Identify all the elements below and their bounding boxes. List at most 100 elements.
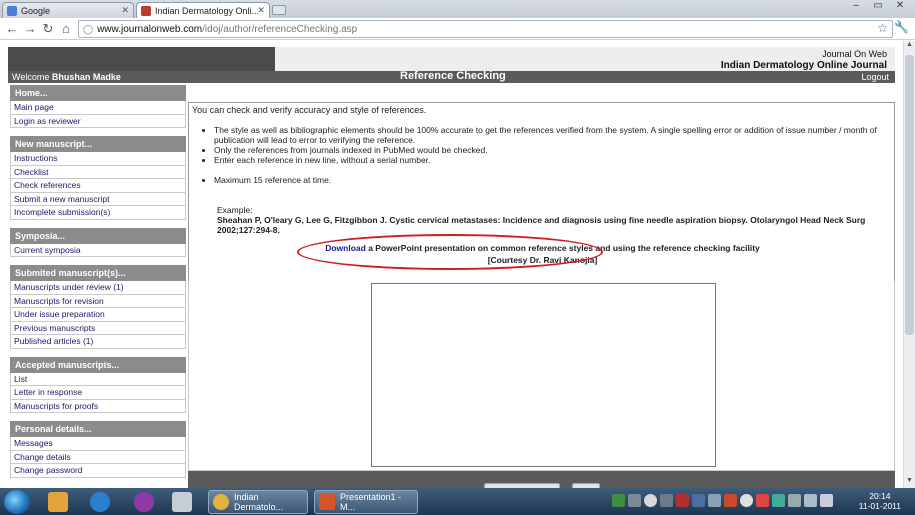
yahoo-messenger-icon[interactable] bbox=[134, 492, 154, 512]
page-title: Reference Checking bbox=[400, 70, 506, 82]
forward-icon[interactable]: → bbox=[22, 21, 38, 37]
taskbar-button-label: Presentation1 - M... bbox=[340, 492, 402, 512]
sidebar-section-header: Submited manuscript(s)... bbox=[10, 265, 186, 281]
close-tab-icon[interactable]: ✕ bbox=[257, 5, 265, 16]
tab-label: Indian Dermatology Onli... bbox=[155, 5, 260, 16]
journal-favicon-icon bbox=[141, 5, 151, 16]
sidebar-link[interactable]: Previous manuscripts bbox=[10, 321, 186, 335]
reference-info-panel: You can check and verify accuracy and st… bbox=[188, 102, 895, 283]
powerpoint-icon bbox=[319, 494, 335, 510]
max-references-list: Maximum 15 reference at time. bbox=[214, 175, 331, 185]
browser-tab-bar: Google ✕ Indian Dermatology Onli... ✕ – … bbox=[0, 0, 915, 18]
sidebar-link[interactable]: Incomplete submission(s) bbox=[10, 206, 186, 220]
scroll-thumb[interactable] bbox=[905, 55, 914, 335]
sidebar-link[interactable]: Check references bbox=[10, 179, 186, 193]
sidebar-link[interactable]: List bbox=[10, 372, 186, 386]
minimize-icon[interactable]: – bbox=[846, 0, 866, 14]
taskbar-chrome-button[interactable]: Indian Dermatolo... bbox=[208, 490, 308, 514]
page-icon: ◯ bbox=[83, 23, 94, 34]
tray-icon[interactable] bbox=[628, 494, 641, 507]
back-icon[interactable]: ← bbox=[4, 21, 20, 37]
taskbar: Indian Dermatolo... Presentation1 - M...… bbox=[0, 488, 915, 515]
calculator-icon[interactable] bbox=[172, 492, 192, 512]
volume-icon[interactable] bbox=[820, 494, 833, 507]
taskbar-button-label: Indian Dermatolo... bbox=[234, 492, 284, 512]
start-button[interactable] bbox=[4, 490, 30, 514]
sidebar-link[interactable]: Main page bbox=[10, 101, 186, 115]
sidebar-link[interactable]: Login as reviewer bbox=[10, 114, 186, 128]
clock-time: 20:14 bbox=[869, 491, 891, 501]
sidebar-link[interactable]: Under issue preparation bbox=[10, 308, 186, 322]
wrench-icon[interactable]: 🔧 bbox=[894, 20, 909, 34]
reload-icon[interactable]: ↻ bbox=[40, 21, 56, 37]
scroll-up-icon[interactable]: ▲ bbox=[904, 41, 915, 52]
clock[interactable]: 20:14 11-01-2011 bbox=[859, 491, 901, 511]
journal-on-web-text: Journal On Web bbox=[822, 49, 887, 59]
close-tab-icon[interactable]: ✕ bbox=[121, 5, 129, 16]
internet-explorer-icon[interactable] bbox=[90, 492, 110, 512]
instructions-list: The style as well as bibliographic eleme… bbox=[214, 125, 894, 165]
sidebar-link[interactable]: Instructions bbox=[10, 152, 186, 166]
address-bar[interactable]: ◯ www.journalonweb.com /idoj/author/refe… bbox=[78, 20, 893, 38]
sidebar-section-header: Accepted manuscripts... bbox=[10, 356, 186, 373]
network-icon[interactable] bbox=[804, 494, 817, 507]
web-page: Journal On Web Indian Dermatology Online… bbox=[0, 41, 903, 488]
scroll-down-icon[interactable]: ▼ bbox=[904, 477, 915, 488]
tray-icon[interactable] bbox=[660, 494, 673, 507]
new-tab-button[interactable] bbox=[272, 5, 286, 15]
sidebar-link[interactable]: Letter in response bbox=[10, 386, 186, 400]
google-favicon-icon bbox=[7, 5, 17, 16]
list-item: Only the references from journals indexe… bbox=[214, 145, 894, 155]
sidebar-link[interactable]: Current symposia bbox=[10, 243, 186, 257]
close-window-icon[interactable]: ✕ bbox=[890, 0, 910, 14]
sidebar-link[interactable]: Published articles (1) bbox=[10, 335, 186, 349]
url-host: www.journalonweb.com bbox=[97, 23, 203, 35]
tray-icon[interactable] bbox=[708, 494, 721, 507]
sidebar-link[interactable]: Manuscripts under review (1) bbox=[10, 281, 186, 295]
system-tray bbox=[612, 494, 833, 508]
sidebar-section-header: Home... bbox=[10, 85, 186, 101]
header-bar: Welcome Bhushan Madke Reference Checking… bbox=[8, 70, 895, 83]
page-scrollbar[interactable]: ▲ ▼ bbox=[903, 41, 915, 488]
tray-icon[interactable] bbox=[788, 494, 801, 507]
sidebar-section-header: Personal details... bbox=[10, 421, 186, 437]
chrome-icon bbox=[213, 494, 229, 510]
tray-icon[interactable] bbox=[612, 494, 625, 507]
tab-indian-dermatology[interactable]: Indian Dermatology Onli... ✕ bbox=[136, 2, 270, 18]
header-journal-block: Journal On Web Indian Dermatology Online… bbox=[275, 47, 895, 71]
tray-icon[interactable] bbox=[756, 494, 769, 507]
sidebar: Home... Main page Login as reviewer New man… bbox=[10, 85, 186, 478]
tray-icon[interactable] bbox=[724, 494, 737, 507]
red-highlight-ellipse bbox=[297, 234, 603, 270]
sidebar-link[interactable]: Manuscripts for revision bbox=[10, 294, 186, 308]
tray-icon[interactable] bbox=[676, 494, 689, 507]
reference-textarea[interactable] bbox=[371, 283, 716, 467]
tray-icon[interactable] bbox=[740, 494, 753, 507]
sidebar-link[interactable]: Manuscripts for proofs bbox=[10, 399, 186, 413]
browser-toolbar: ← → ↻ ⌂ ◯ www.journalonweb.com /idoj/aut… bbox=[0, 18, 915, 40]
max-references-note: Maximum 15 reference at time. bbox=[214, 175, 331, 185]
logout-link[interactable]: Logout bbox=[861, 72, 889, 82]
tray-icon[interactable] bbox=[772, 494, 785, 507]
form-footer-bar bbox=[188, 471, 895, 488]
media-player-icon[interactable] bbox=[48, 492, 68, 512]
reference-input-area bbox=[188, 281, 895, 471]
sidebar-link[interactable]: Change password bbox=[10, 464, 186, 478]
tray-icon[interactable] bbox=[692, 494, 705, 507]
tab-google[interactable]: Google ✕ bbox=[2, 2, 134, 18]
sidebar-link[interactable]: Change details bbox=[10, 450, 186, 464]
taskbar-powerpoint-button[interactable]: Presentation1 - M... bbox=[314, 490, 418, 514]
sidebar-link[interactable]: Submit a new manuscript bbox=[10, 192, 186, 206]
clock-date: 11-01-2011 bbox=[858, 501, 901, 511]
home-icon[interactable]: ⌂ bbox=[58, 21, 74, 37]
welcome-text: Welcome Bhushan Madke bbox=[12, 72, 121, 82]
journal-name: Indian Dermatology Online Journal bbox=[720, 60, 887, 71]
list-item: The style as well as bibliographic eleme… bbox=[214, 125, 894, 145]
maximize-icon[interactable]: ▭ bbox=[868, 0, 888, 14]
sidebar-link[interactable]: Checklist bbox=[10, 165, 186, 179]
bookmark-star-icon[interactable]: ☆ bbox=[877, 21, 888, 35]
user-name: Bhushan Madke bbox=[51, 72, 121, 82]
tray-icon[interactable] bbox=[644, 494, 657, 507]
tab-label: Google bbox=[21, 5, 51, 16]
sidebar-link[interactable]: Messages bbox=[10, 437, 186, 451]
